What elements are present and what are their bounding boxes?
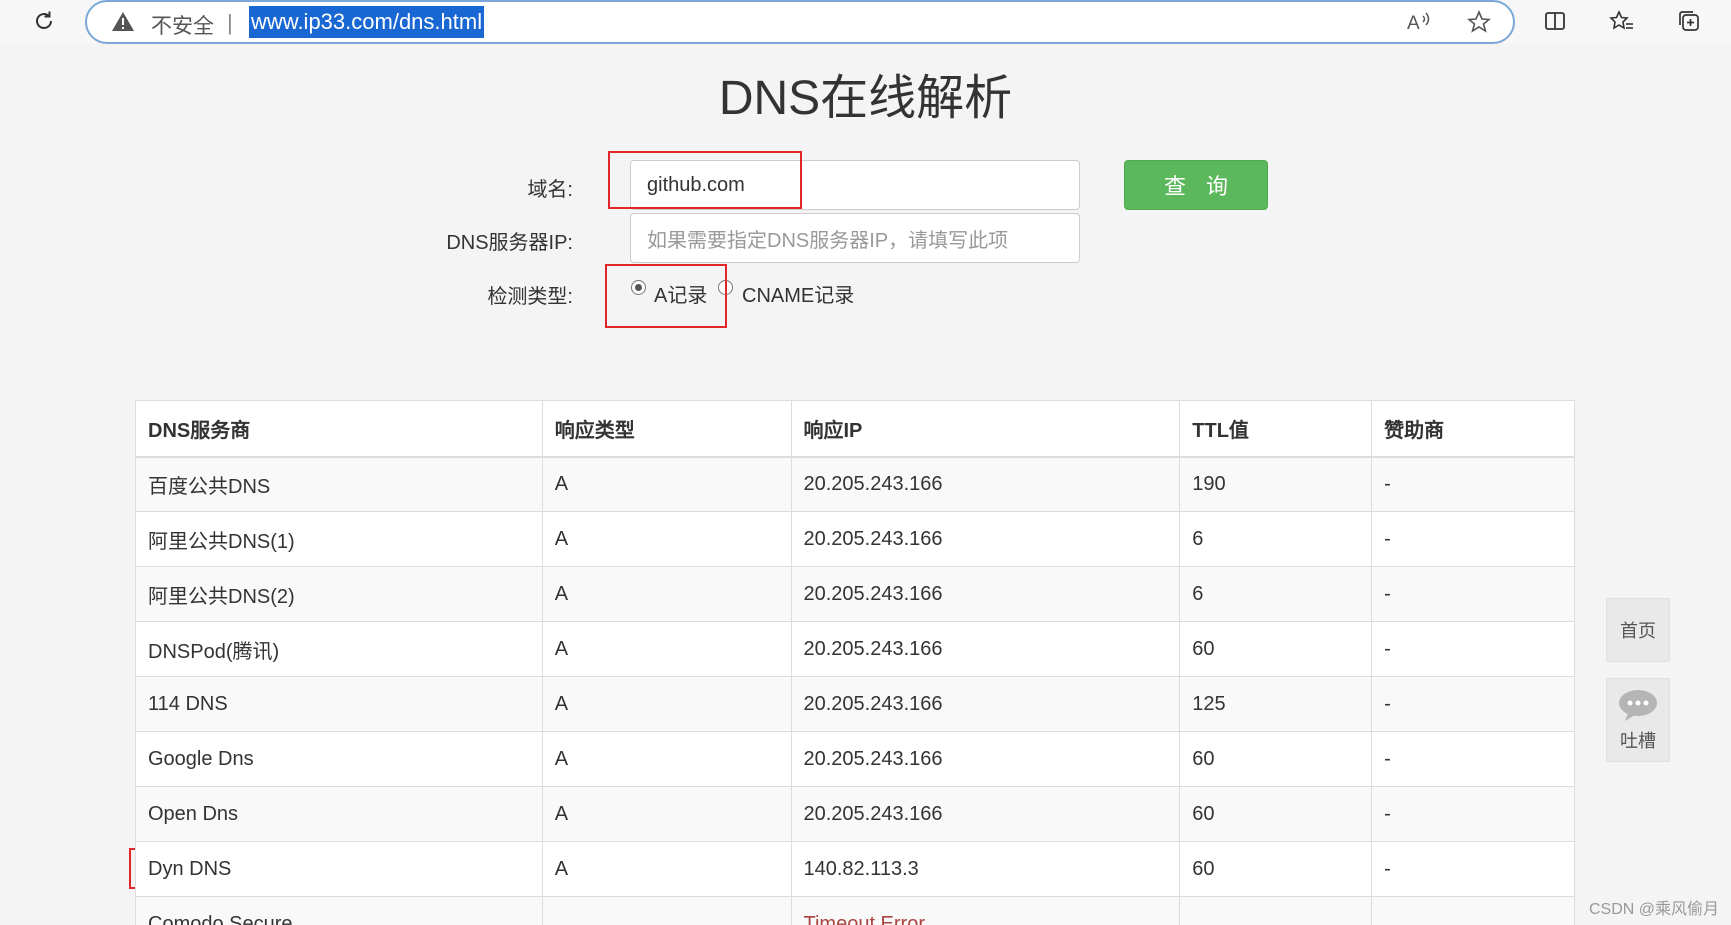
cell-ip: 20.205.243.166 (790, 786, 1181, 842)
cell-sponsor (1371, 896, 1575, 925)
table-row: 阿里公共DNS(1) A 20.205.243.166 6 - (135, 511, 1575, 567)
cell-ip: 20.205.243.166 (790, 456, 1181, 512)
cell-provider: 阿里公共DNS(1) (135, 511, 543, 567)
annotation-box-domain (608, 151, 802, 209)
radio-cname-record-label[interactable]: CNAME记录 (742, 279, 854, 308)
address-bar[interactable]: 不安全 | www.ip33.com/dns.html A (85, 0, 1515, 44)
table-row: Dyn DNS A 140.82.113.3 60 - (135, 841, 1575, 897)
cell-type: A (541, 621, 792, 677)
cell-ttl: 125 (1179, 676, 1373, 732)
security-label[interactable]: 不安全 (151, 10, 214, 40)
table-row: Comodo Secure Timeout Error (135, 896, 1575, 925)
cell-ttl (1179, 896, 1373, 925)
feedback-side-button[interactable]: 吐槽 (1606, 678, 1670, 762)
table-row: Google Dns A 20.205.243.166 60 - (135, 731, 1575, 787)
cell-ttl: 190 (1179, 456, 1373, 512)
cell-provider: Google Dns (135, 731, 543, 787)
cell-type: A (541, 511, 792, 567)
cell-sponsor: - (1371, 786, 1575, 842)
cell-ttl: 60 (1179, 621, 1373, 677)
cell-type: A (541, 731, 792, 787)
cell-ttl: 6 (1179, 566, 1373, 622)
split-screen-icon[interactable] (1536, 2, 1574, 40)
cell-provider: 阿里公共DNS(2) (135, 566, 543, 622)
table-row: DNSPod(腾讯) A 20.205.243.166 60 - (135, 621, 1575, 677)
chat-bubble-icon (1616, 688, 1660, 727)
svg-text:A: A (1407, 13, 1420, 34)
header-ip: 响应IP (790, 400, 1181, 458)
refresh-icon[interactable] (25, 2, 63, 40)
favorite-star-icon[interactable] (1466, 9, 1492, 39)
cell-sponsor: - (1371, 731, 1575, 787)
cell-ip: 140.82.113.3 (790, 841, 1181, 897)
results-table: DNS服务商 响应类型 响应IP TTL值 赞助商 百度公共DNS A 20.2… (135, 400, 1575, 925)
cell-sponsor: - (1371, 511, 1575, 567)
cell-type: A (541, 566, 792, 622)
domain-label: 域名: (527, 179, 573, 201)
dns-server-label: DNS服务器IP: (446, 232, 573, 254)
cell-sponsor: - (1371, 841, 1575, 897)
read-aloud-icon[interactable]: A (1407, 10, 1433, 39)
cell-type: A (541, 456, 792, 512)
header-provider: DNS服务商 (135, 400, 543, 458)
warning-icon (111, 10, 135, 39)
cell-sponsor: - (1371, 566, 1575, 622)
watermark: CSDN @乘风偷月 (1588, 901, 1719, 918)
home-side-label: 首页 (1620, 621, 1656, 641)
cell-ttl: 60 (1179, 731, 1373, 787)
home-side-button[interactable]: 首页 (1606, 598, 1670, 662)
cell-ip: 20.205.243.166 (790, 511, 1181, 567)
cell-ip: 20.205.243.166 (790, 566, 1181, 622)
dns-server-input[interactable]: 如果需要指定DNS服务器IP，请填写此项 (630, 213, 1080, 263)
annotation-box-type (605, 264, 727, 328)
cell-ip: Timeout Error (790, 896, 1181, 925)
query-button[interactable]: 查询 (1124, 160, 1268, 210)
cell-ip: 20.205.243.166 (790, 676, 1181, 732)
cell-provider: Open Dns (135, 786, 543, 842)
table-row: 阿里公共DNS(2) A 20.205.243.166 6 - (135, 566, 1575, 622)
cell-sponsor: - (1371, 676, 1575, 732)
cell-provider: DNSPod(腾讯) (135, 621, 543, 677)
cell-type: A (541, 841, 792, 897)
address-separator: | (227, 10, 233, 35)
cell-provider: Dyn DNS (135, 841, 543, 897)
url-text[interactable]: www.ip33.com/dns.html (249, 6, 485, 38)
cell-provider: 百度公共DNS (135, 456, 543, 512)
cell-type: A (541, 786, 792, 842)
cell-provider: 114 DNS (135, 676, 543, 732)
favorites-icon[interactable] (1603, 2, 1641, 40)
cell-ip: 20.205.243.166 (790, 621, 1181, 677)
header-sponsor: 赞助商 (1371, 400, 1575, 458)
header-ttl: TTL值 (1179, 400, 1373, 458)
cell-provider: Comodo Secure (135, 896, 543, 925)
cell-sponsor: - (1371, 456, 1575, 512)
header-type: 响应类型 (541, 400, 792, 458)
table-row: Open Dns A 20.205.243.166 60 - (135, 786, 1575, 842)
cell-type (541, 896, 792, 925)
cell-ttl: 60 (1179, 841, 1373, 897)
cell-ttl: 6 (1179, 511, 1373, 567)
page-title: DNS在线解析 (718, 72, 1013, 125)
cell-type: A (541, 676, 792, 732)
browser-toolbar: 不安全 | www.ip33.com/dns.html A (0, 0, 1731, 44)
cell-ttl: 60 (1179, 786, 1373, 842)
cell-ip: 20.205.243.166 (790, 731, 1181, 787)
cell-sponsor: - (1371, 621, 1575, 677)
collections-icon[interactable] (1670, 2, 1708, 40)
feedback-side-label: 吐槽 (1620, 730, 1656, 751)
table-header-row: DNS服务商 响应类型 响应IP TTL值 赞助商 (135, 400, 1575, 458)
table-row: 114 DNS A 20.205.243.166 125 - (135, 676, 1575, 732)
type-label: 检测类型: (487, 286, 573, 308)
table-row: 百度公共DNS A 20.205.243.166 190 - (135, 456, 1575, 512)
